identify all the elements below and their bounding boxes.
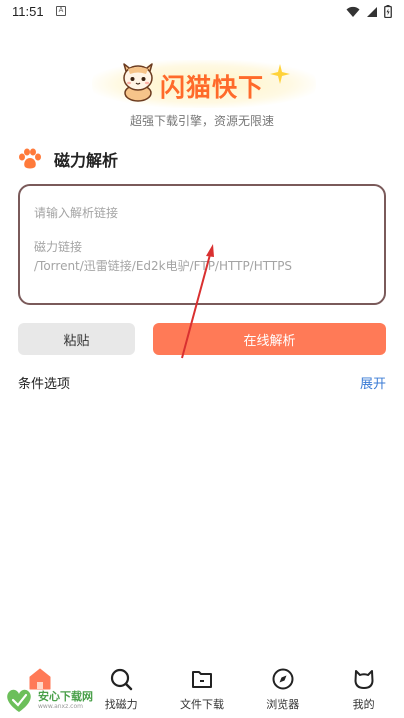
nav-label-mine: 我的	[352, 698, 375, 711]
section-title: 磁力解析	[54, 151, 119, 170]
condition-options-label: 条件选项	[18, 377, 71, 392]
wifi-icon	[346, 6, 360, 17]
cat-face-icon	[354, 670, 374, 689]
input-hint-protocols: /Torrent/迅雷链接/Ed2k电驴/FTP/HTTP/HTTPS	[34, 259, 293, 273]
nav-item-file-download[interactable]: 文件下载	[162, 664, 243, 718]
nav-label-find-magnet: 找磁力	[104, 698, 138, 711]
section-header: 磁力解析	[18, 147, 118, 171]
parse-online-button[interactable]: 在线解析	[153, 323, 386, 355]
brand-name: 闪猫快下	[160, 73, 265, 102]
paste-button-label: 粘贴	[63, 333, 90, 349]
link-input[interactable]: 请输入解析链接 磁力链接 /Torrent/迅雷链接/Ed2k电驴/FTP/HT…	[18, 184, 386, 305]
input-hint-magnet: 磁力链接	[34, 240, 83, 254]
status-time: 11:51	[12, 4, 44, 19]
compass-icon	[272, 668, 294, 690]
nav-item-mine[interactable]: 我的	[323, 664, 404, 718]
watermark-url: www.anxz.com	[38, 703, 83, 710]
signal-icon	[367, 6, 377, 17]
notification-icon: A	[56, 6, 66, 16]
cat-mascot-icon	[123, 63, 153, 102]
brand-header: 闪猫快下	[92, 54, 316, 112]
paw-icon	[19, 148, 41, 169]
watermark-text: 安心下载网	[38, 690, 93, 703]
folder-icon	[191, 671, 212, 688]
status-icons	[346, 5, 392, 18]
parse-online-button-label: 在线解析	[243, 333, 296, 349]
watermark: 安心下载网 www.anxz.com	[4, 686, 108, 714]
sparkle-icon	[270, 64, 290, 84]
watermark-logo-icon	[7, 689, 31, 712]
nav-label-file-download: 文件下载	[179, 698, 224, 711]
search-icon	[111, 668, 133, 691]
input-placeholder: 请输入解析链接	[34, 206, 119, 220]
status-bar: 11:51 A	[0, 0, 404, 24]
battery-icon	[384, 5, 392, 18]
paste-button[interactable]: 粘贴	[18, 323, 135, 355]
brand-tagline: 超强下载引擎，资源无限速	[129, 114, 274, 128]
nav-item-browser[interactable]: 浏览器	[242, 664, 323, 718]
nav-label-browser: 浏览器	[266, 698, 300, 711]
expand-options-link[interactable]: 展开	[360, 373, 386, 392]
